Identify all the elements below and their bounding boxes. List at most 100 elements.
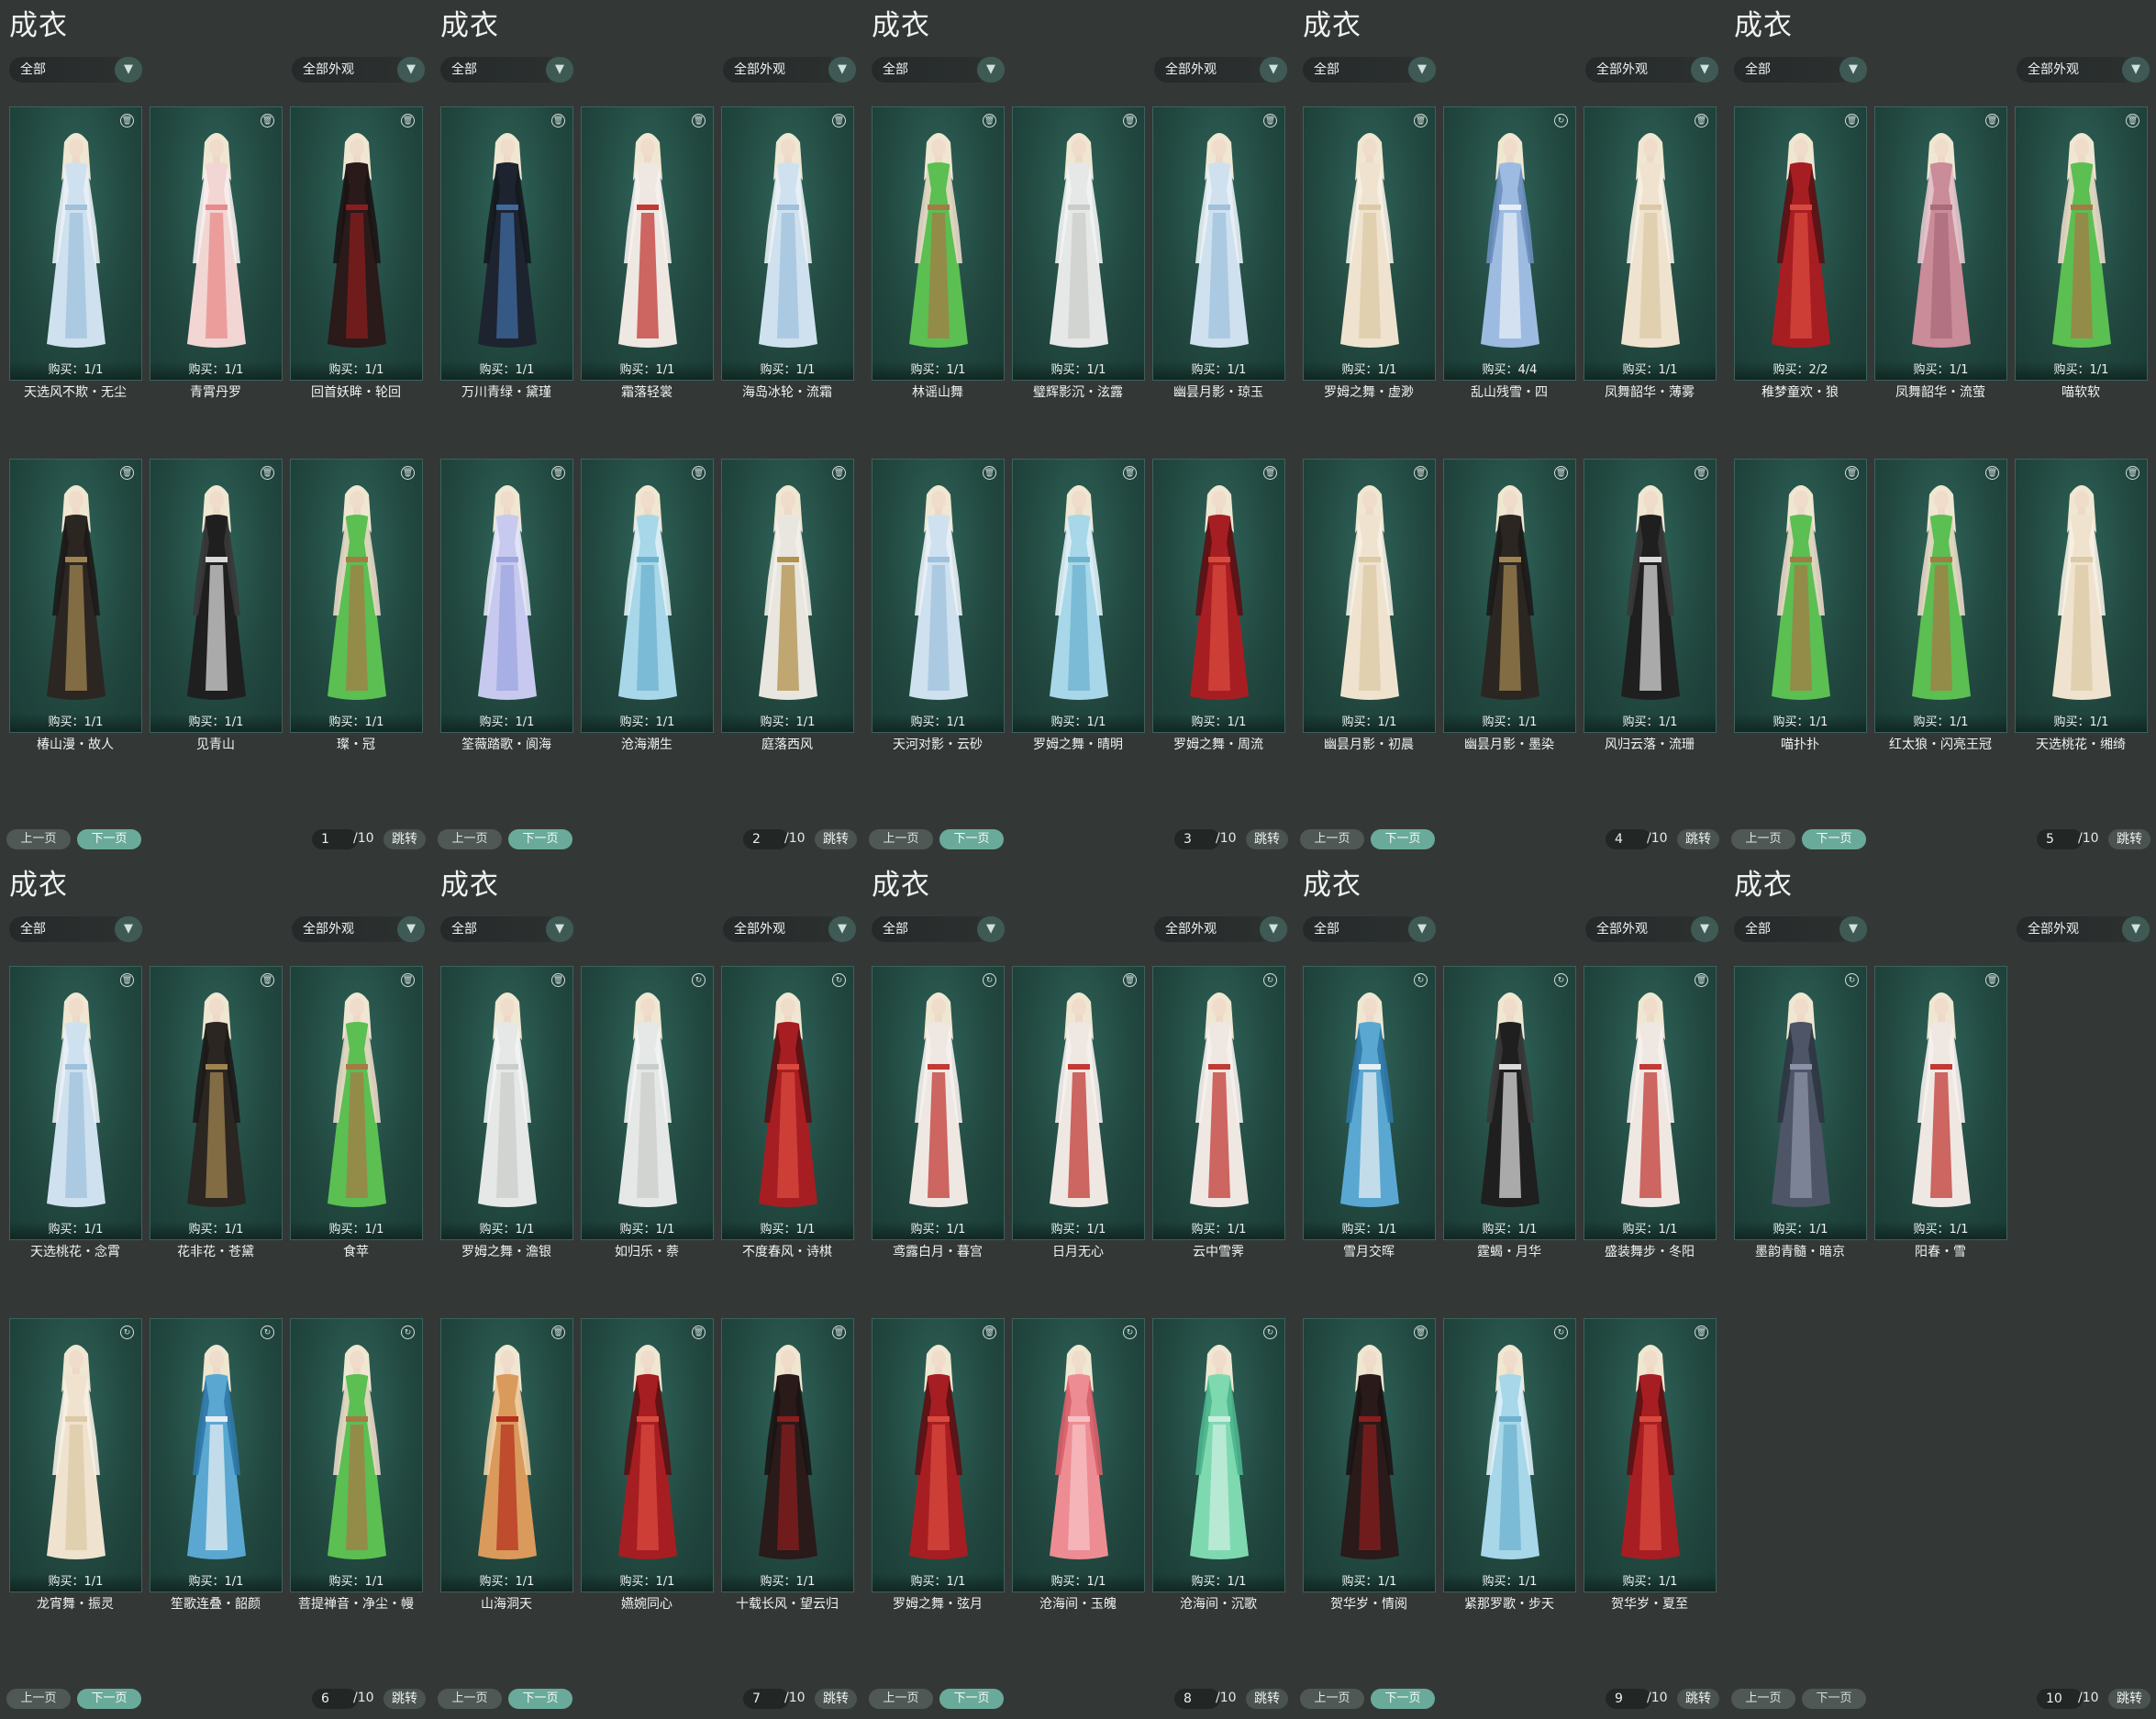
refresh-icon[interactable]: ↻ <box>692 973 706 987</box>
trash-icon[interactable]: 🗑 <box>1123 114 1137 128</box>
outfit-card[interactable]: 🗑 购买：1/1 <box>1303 459 1436 733</box>
appearance-dropdown[interactable]: 全部外观 ▼ <box>2017 57 2150 83</box>
outfit-card[interactable]: 🗑 购买：1/1 <box>721 106 854 381</box>
appearance-dropdown[interactable]: 全部外观 ▼ <box>723 57 856 83</box>
jump-button[interactable]: 跳转 <box>815 829 857 849</box>
refresh-icon[interactable]: ↻ <box>1263 1325 1277 1339</box>
next-page-button[interactable]: 下一页 <box>508 1689 572 1709</box>
trash-icon[interactable]: 🗑 <box>1695 466 1708 480</box>
page-number-input[interactable]: 7 <box>743 1689 789 1709</box>
trash-icon[interactable]: 🗑 <box>1695 114 1708 128</box>
outfit-card[interactable]: 🗑 购买：1/1 <box>1012 106 1145 381</box>
trash-icon[interactable]: 🗑 <box>1845 114 1859 128</box>
refresh-icon[interactable]: ↻ <box>1554 114 1568 128</box>
trash-icon[interactable]: 🗑 <box>1263 114 1277 128</box>
refresh-icon[interactable]: ↻ <box>1414 973 1428 987</box>
prev-page-button[interactable]: 上一页 <box>6 829 71 849</box>
appearance-dropdown[interactable]: 全部外观 ▼ <box>292 916 425 942</box>
refresh-icon[interactable]: ↻ <box>1845 973 1859 987</box>
outfit-card[interactable]: 🗑 购买：1/1 <box>2015 459 2148 733</box>
prev-page-button[interactable]: 上一页 <box>438 829 502 849</box>
outfit-card[interactable]: 🗑 购买：1/1 <box>1874 459 2007 733</box>
trash-icon[interactable]: 🗑 <box>551 466 565 480</box>
outfit-card[interactable]: 🗑 购买：1/1 <box>290 106 423 381</box>
trash-icon[interactable]: 🗑 <box>120 114 134 128</box>
outfit-card[interactable]: 🗑 购买：1/1 <box>1874 966 2007 1240</box>
outfit-card[interactable]: ↻ 购买：1/1 <box>1303 966 1436 1240</box>
jump-button[interactable]: 跳转 <box>1677 1689 1719 1709</box>
outfit-card[interactable]: ↻ 购买：1/1 <box>1443 1318 1576 1592</box>
outfit-card[interactable]: 🗑 购买：1/1 <box>872 459 1005 733</box>
trash-icon[interactable]: 🗑 <box>692 1325 706 1339</box>
refresh-icon[interactable]: ↻ <box>401 1325 415 1339</box>
outfit-card[interactable]: 🗑 购买：1/1 <box>581 459 714 733</box>
trash-icon[interactable]: 🗑 <box>551 114 565 128</box>
outfit-card[interactable]: 🗑 购买：1/1 <box>1584 459 1717 733</box>
trash-icon[interactable]: 🗑 <box>401 466 415 480</box>
trash-icon[interactable]: 🗑 <box>261 114 274 128</box>
category-dropdown[interactable]: 全部 ▼ <box>1734 57 1867 83</box>
outfit-card[interactable]: ↻ 购买：1/1 <box>150 1318 283 1592</box>
outfit-card[interactable]: 🗑 购买：1/1 <box>1303 106 1436 381</box>
appearance-dropdown[interactable]: 全部外观 ▼ <box>723 916 856 942</box>
category-dropdown[interactable]: 全部 ▼ <box>872 57 1005 83</box>
trash-icon[interactable]: 🗑 <box>261 973 274 987</box>
trash-icon[interactable]: 🗑 <box>2126 114 2139 128</box>
category-dropdown[interactable]: 全部 ▼ <box>9 916 142 942</box>
refresh-icon[interactable]: ↻ <box>1554 973 1568 987</box>
prev-page-button[interactable]: 上一页 <box>1300 1689 1364 1709</box>
outfit-card[interactable]: 🗑 购买：1/1 <box>2015 106 2148 381</box>
next-page-button[interactable]: 下一页 <box>939 829 1004 849</box>
appearance-dropdown[interactable]: 全部外观 ▼ <box>2017 916 2150 942</box>
outfit-card[interactable]: ↻ 购买：1/1 <box>1152 1318 1285 1592</box>
trash-icon[interactable]: 🗑 <box>401 973 415 987</box>
jump-button[interactable]: 跳转 <box>1246 1689 1288 1709</box>
outfit-card[interactable]: 🗑 购买：1/1 <box>872 106 1005 381</box>
category-dropdown[interactable]: 全部 ▼ <box>1303 57 1436 83</box>
category-dropdown[interactable]: 全部 ▼ <box>440 916 573 942</box>
trash-icon[interactable]: 🗑 <box>1414 466 1428 480</box>
trash-icon[interactable]: 🗑 <box>1123 466 1137 480</box>
trash-icon[interactable]: 🗑 <box>1695 1325 1708 1339</box>
next-page-button[interactable]: 下一页 <box>1802 829 1866 849</box>
prev-page-button[interactable]: 上一页 <box>869 829 933 849</box>
outfit-card[interactable]: ↻ 购买：1/1 <box>9 1318 142 1592</box>
outfit-card[interactable]: 🗑 购买：1/1 <box>1012 459 1145 733</box>
outfit-card[interactable]: 🗑 购买：1/1 <box>721 1318 854 1592</box>
outfit-card[interactable]: 🗑 购买：1/1 <box>1874 106 2007 381</box>
next-page-button[interactable]: 下一页 <box>1371 1689 1435 1709</box>
category-dropdown[interactable]: 全部 ▼ <box>440 57 573 83</box>
appearance-dropdown[interactable]: 全部外观 ▼ <box>1154 916 1287 942</box>
appearance-dropdown[interactable]: 全部外观 ▼ <box>1154 57 1287 83</box>
trash-icon[interactable]: 🗑 <box>983 1325 996 1339</box>
outfit-card[interactable]: 🗑 购买：1/1 <box>150 459 283 733</box>
outfit-card[interactable]: 🗑 购买：1/1 <box>1584 106 1717 381</box>
outfit-card[interactable]: ↻ 购买：1/1 <box>721 966 854 1240</box>
trash-icon[interactable]: 🗑 <box>692 466 706 480</box>
refresh-icon[interactable]: ↻ <box>1123 1325 1137 1339</box>
trash-icon[interactable]: 🗑 <box>551 973 565 987</box>
outfit-card[interactable]: 🗑 购买：1/1 <box>1584 966 1717 1240</box>
page-number-input[interactable]: 2 <box>743 829 789 849</box>
outfit-card[interactable]: 🗑 购买：1/1 <box>1152 106 1285 381</box>
next-page-button[interactable]: 下一页 <box>77 1689 141 1709</box>
outfit-card[interactable]: 🗑 购买：1/1 <box>150 966 283 1240</box>
trash-icon[interactable]: 🗑 <box>983 466 996 480</box>
trash-icon[interactable]: 🗑 <box>832 466 846 480</box>
refresh-icon[interactable]: ↻ <box>1554 1325 1568 1339</box>
refresh-icon[interactable]: ↻ <box>983 973 996 987</box>
outfit-card[interactable]: 🗑 购买：1/1 <box>721 459 854 733</box>
trash-icon[interactable]: 🗑 <box>1414 114 1428 128</box>
trash-icon[interactable]: 🗑 <box>1695 973 1708 987</box>
trash-icon[interactable]: 🗑 <box>692 114 706 128</box>
jump-button[interactable]: 跳转 <box>815 1689 857 1709</box>
outfit-card[interactable]: ↻ 购买：1/1 <box>1443 966 1576 1240</box>
outfit-card[interactable]: 🗑 购买：1/1 <box>9 459 142 733</box>
page-number-input[interactable]: 5 <box>2037 829 2083 849</box>
outfit-card[interactable]: ↻ 购买：1/1 <box>581 966 714 1240</box>
outfit-card[interactable]: 🗑 购买：1/1 <box>9 966 142 1240</box>
page-number-input[interactable]: 10 <box>2037 1689 2083 1709</box>
outfit-card[interactable]: ↻ 购买：1/1 <box>290 1318 423 1592</box>
page-number-input[interactable]: 4 <box>1606 829 1651 849</box>
outfit-card[interactable]: ↻ 购买：1/1 <box>1012 1318 1145 1592</box>
